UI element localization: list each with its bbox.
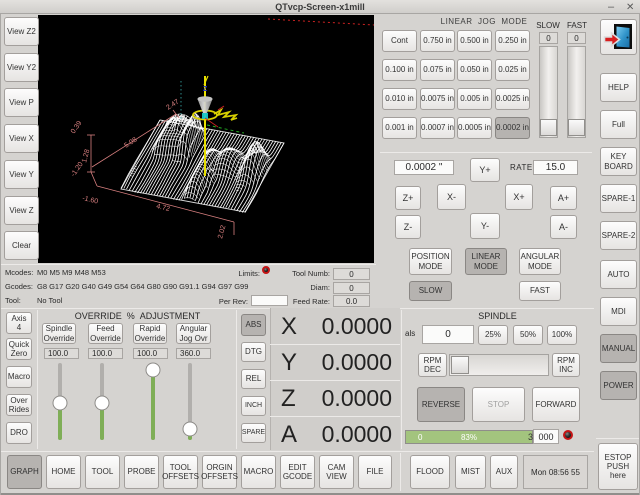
svg-text:-1.60: -1.60 bbox=[82, 195, 99, 205]
svg-text:1.28: 1.28 bbox=[81, 148, 91, 163]
svg-text:Z: Z bbox=[203, 86, 208, 93]
svg-text:5.08: 5.08 bbox=[123, 136, 138, 149]
svg-text:2.02: 2.02 bbox=[217, 224, 227, 239]
svg-text:-1.20: -1.20 bbox=[70, 161, 85, 178]
svg-text:0.39: 0.39 bbox=[70, 120, 84, 135]
svg-text:2.47: 2.47 bbox=[165, 98, 180, 111]
